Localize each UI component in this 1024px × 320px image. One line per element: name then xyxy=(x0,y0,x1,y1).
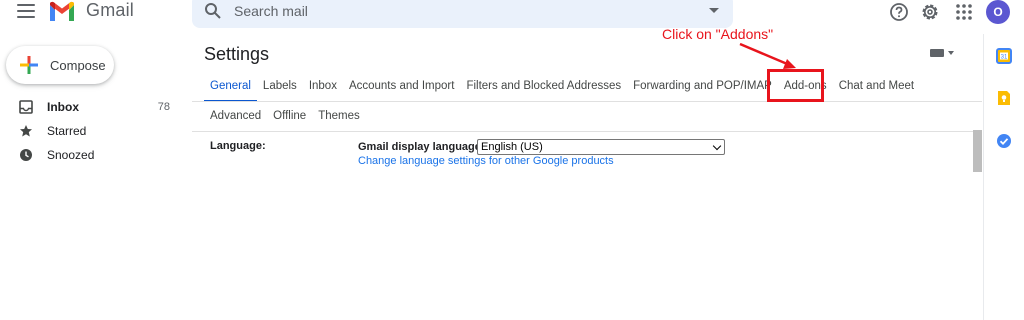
search-icon[interactable] xyxy=(204,2,222,20)
plus-icon xyxy=(20,56,38,74)
tab-offline[interactable]: Offline xyxy=(267,102,312,130)
calendar-icon[interactable]: 31 xyxy=(996,48,1012,64)
settings-tabs-row-2: Advanced Offline Themes xyxy=(204,102,366,130)
right-rail-divider xyxy=(983,34,984,320)
tab-general[interactable]: General xyxy=(204,72,257,102)
sidebar-item-label: Inbox xyxy=(47,100,79,114)
tab-labels[interactable]: Labels xyxy=(257,72,303,100)
annotation-arrow xyxy=(739,42,796,69)
keyboard-icon[interactable] xyxy=(930,49,944,57)
language-section-label: Language: xyxy=(210,140,266,152)
scrollbar[interactable] xyxy=(973,130,982,172)
keep-icon[interactable] xyxy=(996,90,1012,106)
gmail-logo-text[interactable]: Gmail xyxy=(86,0,134,21)
annotation-text: Click on "Addons" xyxy=(662,26,774,42)
display-language-value: English (US) xyxy=(481,141,543,153)
apps-icon[interactable] xyxy=(954,2,974,22)
compose-button[interactable]: Compose xyxy=(6,46,114,84)
svg-text:31: 31 xyxy=(1001,55,1008,61)
change-language-link[interactable]: Change language settings for other Googl… xyxy=(358,155,614,167)
top-bar: Gmail O xyxy=(0,0,1024,28)
unread-count: 78 xyxy=(157,101,170,113)
search-bar[interactable] xyxy=(192,0,733,28)
tab-advanced[interactable]: Advanced xyxy=(204,102,267,130)
tab-filters-and-blocked-addresses[interactable]: Filters and Blocked Addresses xyxy=(460,72,627,100)
sidebar-item-starred[interactable]: Starred xyxy=(0,119,184,143)
help-icon[interactable] xyxy=(889,2,909,22)
tab-forwarding-and-pop-imap[interactable]: Forwarding and POP/IMAP xyxy=(627,72,778,100)
sidebar-item-label: Snoozed xyxy=(47,148,95,162)
tab-chat-and-meet[interactable]: Chat and Meet xyxy=(833,72,920,100)
page-title: Settings xyxy=(204,44,270,64)
annotation-highlight-box xyxy=(767,69,824,102)
tasks-icon[interactable] xyxy=(996,133,1012,149)
avatar[interactable]: O xyxy=(986,0,1010,24)
menu-icon[interactable] xyxy=(17,4,35,18)
search-input[interactable] xyxy=(234,3,674,19)
sidebar-item-snoozed[interactable]: Snoozed xyxy=(0,143,184,167)
tab-inbox[interactable]: Inbox xyxy=(303,72,343,100)
clock-icon xyxy=(20,149,32,161)
gmail-logo-icon[interactable] xyxy=(48,1,76,23)
search-options-icon[interactable] xyxy=(709,8,719,13)
compose-label: Compose xyxy=(50,57,106,73)
display-language-select[interactable]: English (US) xyxy=(477,139,725,155)
inbox-icon xyxy=(19,100,33,114)
sidebar-item-inbox[interactable]: Inbox 78 xyxy=(0,95,184,119)
settings-icon[interactable] xyxy=(920,2,940,22)
tab-themes[interactable]: Themes xyxy=(312,102,366,130)
chevron-down-icon[interactable] xyxy=(948,51,954,55)
tab-accounts-and-import[interactable]: Accounts and Import xyxy=(343,72,460,100)
tabs-divider xyxy=(192,131,982,132)
chevron-down-icon xyxy=(712,141,722,151)
display-language-label: Gmail display language: xyxy=(358,141,485,153)
star-icon xyxy=(20,125,32,137)
sidebar-item-label: Starred xyxy=(47,124,87,138)
